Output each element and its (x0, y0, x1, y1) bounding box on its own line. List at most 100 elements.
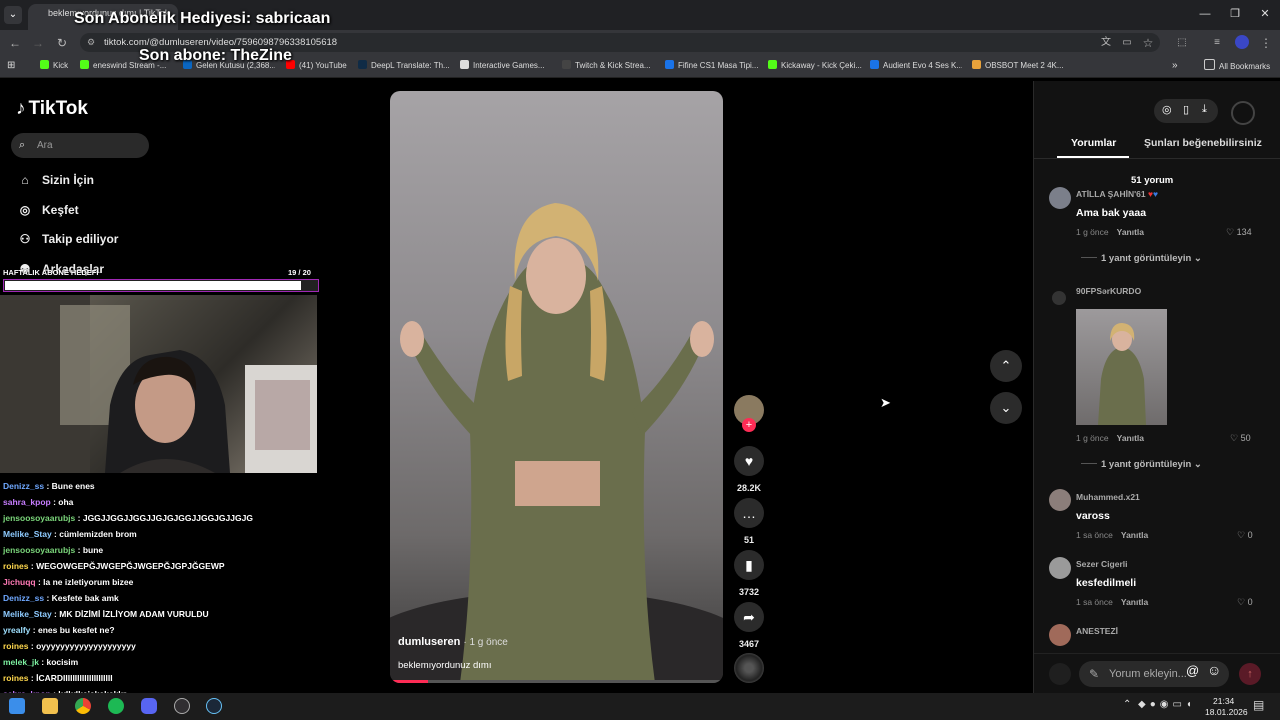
send-button[interactable]: ↑ (1239, 663, 1261, 685)
tab-suggested[interactable]: Şunları beğenebilirsiniz (1144, 137, 1262, 149)
comment-image[interactable] (1076, 309, 1167, 425)
comment-author[interactable]: Muhammed.x21 (1076, 492, 1140, 502)
comment-author[interactable]: ATİLLA ŞAHİN'61 ♥♥ (1076, 189, 1158, 199)
spotify-icon[interactable] (108, 698, 124, 714)
chat-username[interactable]: Melike_Stay (3, 529, 52, 539)
chat-username[interactable]: melek_jk (3, 657, 39, 667)
tray-chevron-icon[interactable]: ⌃ (1123, 699, 1131, 710)
video-progress-bar[interactable] (390, 680, 723, 683)
restore-button[interactable]: ❐ (1220, 5, 1250, 23)
follow-plus-icon[interactable]: + (742, 418, 756, 432)
compass-icon[interactable]: ◎ (1162, 103, 1172, 116)
media-icon[interactable]: ≡ (1208, 34, 1226, 52)
chat-username[interactable]: jensoosoyaarubjs (3, 513, 75, 523)
sound-disc-button[interactable] (734, 653, 764, 683)
chat-username[interactable]: yrealfy (3, 625, 30, 635)
avatar[interactable] (1049, 489, 1071, 511)
reply-button[interactable]: Yanıtla (1117, 433, 1144, 443)
video-author[interactable]: dumluseren · 1 g önce (398, 636, 508, 648)
profile-avatar[interactable] (1231, 101, 1255, 125)
tiktok-logo[interactable]: ♪ TikTok (16, 98, 88, 120)
forward-arrow-icon[interactable]: → (29, 34, 47, 52)
comment-author[interactable]: Sezer Cigerli (1076, 559, 1128, 569)
chrome-icon[interactable] (75, 698, 91, 714)
bookmark-item[interactable]: Twitch & Kick Strea... (562, 59, 656, 73)
chat-username[interactable]: jensoosoyaarubjs (3, 545, 75, 555)
nav-following[interactable]: ⚇ Takip ediliyor (16, 232, 119, 246)
bookmark-item[interactable]: DeepL Translate: Th... (358, 59, 450, 73)
discord-icon[interactable] (141, 698, 157, 714)
chat-username[interactable]: roines (3, 561, 29, 571)
download-icon[interactable]: ⤓ (1202, 103, 1207, 116)
comment-like-button[interactable]: ♡ 0 (1237, 530, 1253, 541)
bookmark-item[interactable]: (41) YouTube (286, 59, 348, 73)
obs-icon[interactable] (174, 698, 190, 714)
notification-icon[interactable]: ▤ (1253, 698, 1264, 712)
nav-for-you[interactable]: ⌂ Sizin İçin (16, 173, 94, 187)
avatar[interactable] (1052, 291, 1066, 305)
phone-icon[interactable]: ▯ (1183, 103, 1189, 116)
translate-icon[interactable]: 文 (1097, 34, 1115, 52)
chat-username[interactable]: roines (3, 641, 29, 651)
bookmark-item[interactable]: Kickaway - Kick Çeki... (768, 59, 862, 73)
bookmark-item[interactable]: Kick (40, 59, 70, 73)
windows-start-icon[interactable] (9, 698, 25, 714)
all-bookmarks-folder[interactable]: All Bookmarks (1204, 59, 1276, 73)
clock-time[interactable]: 21:34 (1213, 696, 1234, 706)
previous-video-button[interactable]: ⌃ (990, 350, 1022, 382)
bookmarks-overflow-icon[interactable]: » (1172, 59, 1178, 73)
comment-like-button[interactable]: ♡ 50 (1230, 433, 1251, 444)
emoji-icon[interactable]: ☺ (1207, 662, 1221, 678)
tab-list-button[interactable]: ⌄ (4, 6, 22, 24)
menu-kebab-icon[interactable]: ⋮ (1257, 34, 1275, 52)
avatar[interactable] (1049, 624, 1071, 646)
site-info-icon[interactable]: ⚙ (87, 33, 95, 52)
bookmark-item[interactable]: OBSBOT Meet 2 4K... (972, 59, 1064, 73)
steam-icon[interactable] (206, 698, 222, 714)
bookmark-item[interactable]: Fifine CS1 Masa Tipi... (665, 59, 759, 73)
chat-username[interactable]: Denizz_ss (3, 481, 44, 491)
share-button[interactable]: ➦ 3467 (734, 602, 764, 649)
comment-author[interactable]: 90FPSərKURDO (1076, 286, 1141, 296)
video-player[interactable]: dumluseren · 1 g önce beklemıyordunuz dım… (390, 91, 723, 683)
next-video-button[interactable]: ⌄ (990, 392, 1022, 424)
bookmark-item[interactable]: Audient Evo 4 Ses K... (870, 59, 962, 73)
comment-button[interactable]: … 51 (734, 498, 764, 545)
chat-username[interactable]: Melike_Stay (3, 609, 52, 619)
nav-explore[interactable]: ◎ Keşfet (16, 203, 79, 217)
view-replies-button[interactable]: 1 yanıt görüntüleyin ⌄ (1081, 253, 1202, 264)
author-avatar-button[interactable]: + (734, 395, 764, 432)
reload-icon[interactable]: ↻ (53, 34, 71, 52)
bookmark-star-icon[interactable]: ☆ (1139, 34, 1157, 52)
extensions-icon[interactable]: ⬚ (1173, 34, 1191, 52)
cast-icon[interactable]: ▭ (1118, 34, 1136, 52)
chat-username[interactable]: roines (3, 673, 29, 683)
chat-username[interactable]: Denizz_ss (3, 593, 44, 603)
comment-like-button[interactable]: ♡ 134 (1226, 227, 1252, 238)
mention-icon[interactable]: @ (1186, 663, 1199, 678)
avatar[interactable] (1049, 557, 1071, 579)
back-arrow-icon[interactable]: ← (6, 34, 24, 52)
file-explorer-icon[interactable] (42, 698, 58, 714)
save-button[interactable]: ▮ 3732 (734, 550, 764, 597)
chat-username[interactable]: Jichuqq (3, 577, 36, 587)
tray-icons[interactable]: ◆●◉▭◖ (1138, 699, 1196, 710)
apps-grid-icon[interactable]: ⊞ (7, 59, 15, 73)
close-window-button[interactable]: ✕ (1250, 5, 1280, 23)
bookmark-item[interactable]: Interactive Games... (460, 59, 550, 73)
avatar[interactable] (1049, 187, 1071, 209)
comment-author[interactable]: ANESTEZİ (1076, 626, 1118, 636)
chat-username[interactable]: sahra_kpop (3, 497, 51, 507)
like-button[interactable]: ♥ 28.2K (734, 446, 764, 493)
reply-button[interactable]: Yanıtla (1121, 597, 1148, 607)
reply-button[interactable]: Yanıtla (1117, 227, 1144, 237)
sticker-icon[interactable]: ✎ (1089, 661, 1099, 687)
clock-date[interactable]: 18.01.2026 (1205, 707, 1248, 717)
reply-button[interactable]: Yanıtla (1121, 530, 1148, 540)
tab-comments[interactable]: Yorumlar (1071, 137, 1116, 149)
comment-like-button[interactable]: ♡ 0 (1237, 597, 1253, 608)
profile-avatar[interactable] (1235, 35, 1249, 49)
search-input[interactable]: ⌕ Ara (11, 133, 149, 158)
minimize-button[interactable]: — (1190, 5, 1220, 23)
view-replies-button[interactable]: 1 yanıt görüntüleyin ⌄ (1081, 459, 1202, 470)
